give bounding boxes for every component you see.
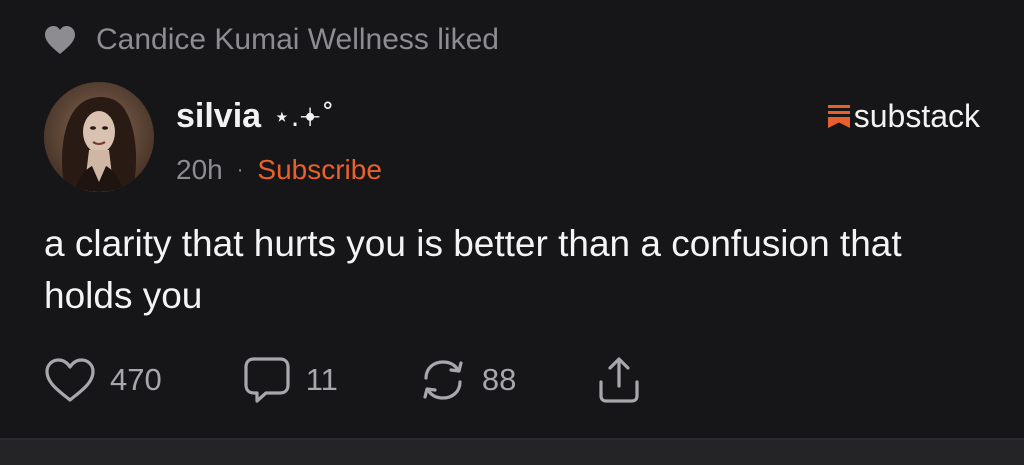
substack-logo-icon — [827, 105, 850, 128]
post-body: a clarity that hurts you is better than … — [44, 223, 902, 316]
like-button[interactable]: 470 — [44, 357, 162, 403]
comment-button[interactable]: 11 — [242, 355, 338, 405]
meta-separator: · — [236, 158, 244, 181]
author-name[interactable]: silvia — [176, 97, 261, 136]
liked-by-text: Candice Kumai Wellness liked — [96, 23, 499, 56]
heart-filled-icon — [45, 26, 75, 54]
restack-count: 88 — [481, 362, 517, 397]
post-timestamp: 20h — [176, 154, 223, 185]
author-row: silvia ⋆.𖥔˚ — [176, 92, 335, 140]
author-decoration: ⋆.𖥔˚ — [273, 100, 335, 133]
bottom-divider — [0, 438, 1024, 465]
substack-brand[interactable]: substack — [827, 96, 980, 136]
substack-brand-label: substack — [853, 97, 980, 134]
avatar[interactable] — [44, 82, 154, 192]
share-button[interactable] — [596, 356, 642, 404]
liked-by-row: Candice Kumai Wellness liked — [44, 20, 499, 60]
heart-outline-icon — [45, 358, 95, 402]
share-upload-icon — [599, 357, 640, 403]
post-meta: 20h · Subscribe — [176, 150, 382, 190]
comment-bubble-icon — [244, 357, 290, 403]
comment-count: 11 — [305, 362, 338, 397]
restack-arrows-icon — [423, 360, 463, 400]
restack-button[interactable]: 88 — [418, 356, 516, 404]
subscribe-link[interactable]: Subscribe — [257, 154, 382, 186]
note-card: Candice Kumai Wellness liked silvia ⋆.𖥔˚… — [0, 0, 1024, 465]
like-count: 470 — [110, 362, 162, 397]
avatar-photo — [44, 82, 154, 192]
action-bar: 470 11 88 — [44, 352, 642, 408]
